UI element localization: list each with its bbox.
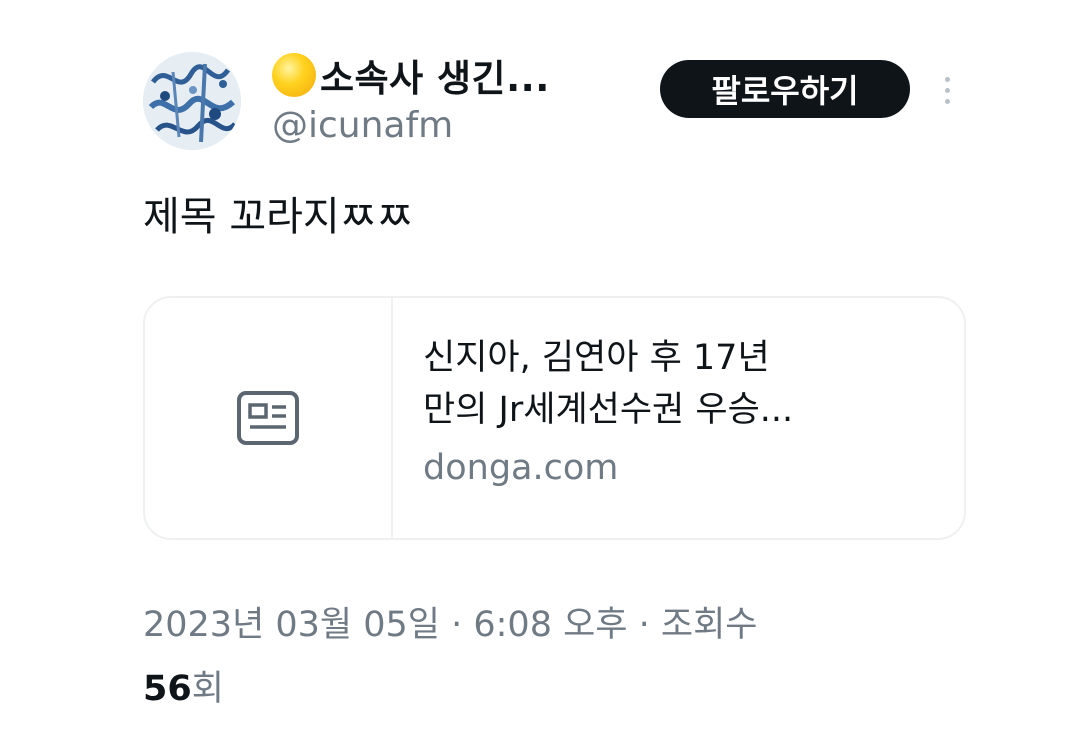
tweet-container: 소속사 생긴... @icunafm 팔로우하기 제목 꼬라지ㅉㅉ 신지아, 김… (0, 0, 1080, 748)
follow-button[interactable]: 팔로우하기 (660, 60, 910, 118)
author-name-row[interactable]: 소속사 생긴... (272, 50, 550, 100)
link-card-domain: donga.com (423, 448, 619, 488)
article-icon (237, 391, 299, 445)
author-display-name[interactable]: 소속사 생긴... (320, 48, 550, 102)
author-handle[interactable]: @icunafm (272, 105, 453, 146)
avatar-image (143, 52, 241, 150)
more-dot (944, 76, 950, 82)
more-vertical-icon[interactable] (932, 70, 962, 110)
more-dot (944, 87, 950, 93)
link-card-body: 신지아, 김연아 후 17년 만의 Jr세계선수권 우승... donga.co… (393, 298, 933, 538)
views-count: 56 (143, 669, 192, 709)
avatar[interactable] (143, 52, 241, 150)
link-card[interactable]: 신지아, 김연아 후 17년 만의 Jr세계선수권 우승... donga.co… (143, 296, 966, 540)
link-card-title-line1: 신지아, 김연아 후 17년 (423, 338, 770, 378)
tweet-views: 56회 (143, 660, 224, 711)
link-card-thumbnail (145, 298, 393, 538)
tweet-text: 제목 꼬라지ㅉㅉ (143, 194, 414, 240)
more-dot (944, 98, 950, 104)
views-unit: 회 (191, 669, 224, 709)
sun-emoji-icon (272, 53, 316, 97)
link-card-title-line2: 만의 Jr세계선수권 우승... (423, 390, 794, 430)
tweet-timestamp[interactable]: 2023년 03월 05일 · 6:08 오후 · 조회수 (143, 596, 757, 647)
